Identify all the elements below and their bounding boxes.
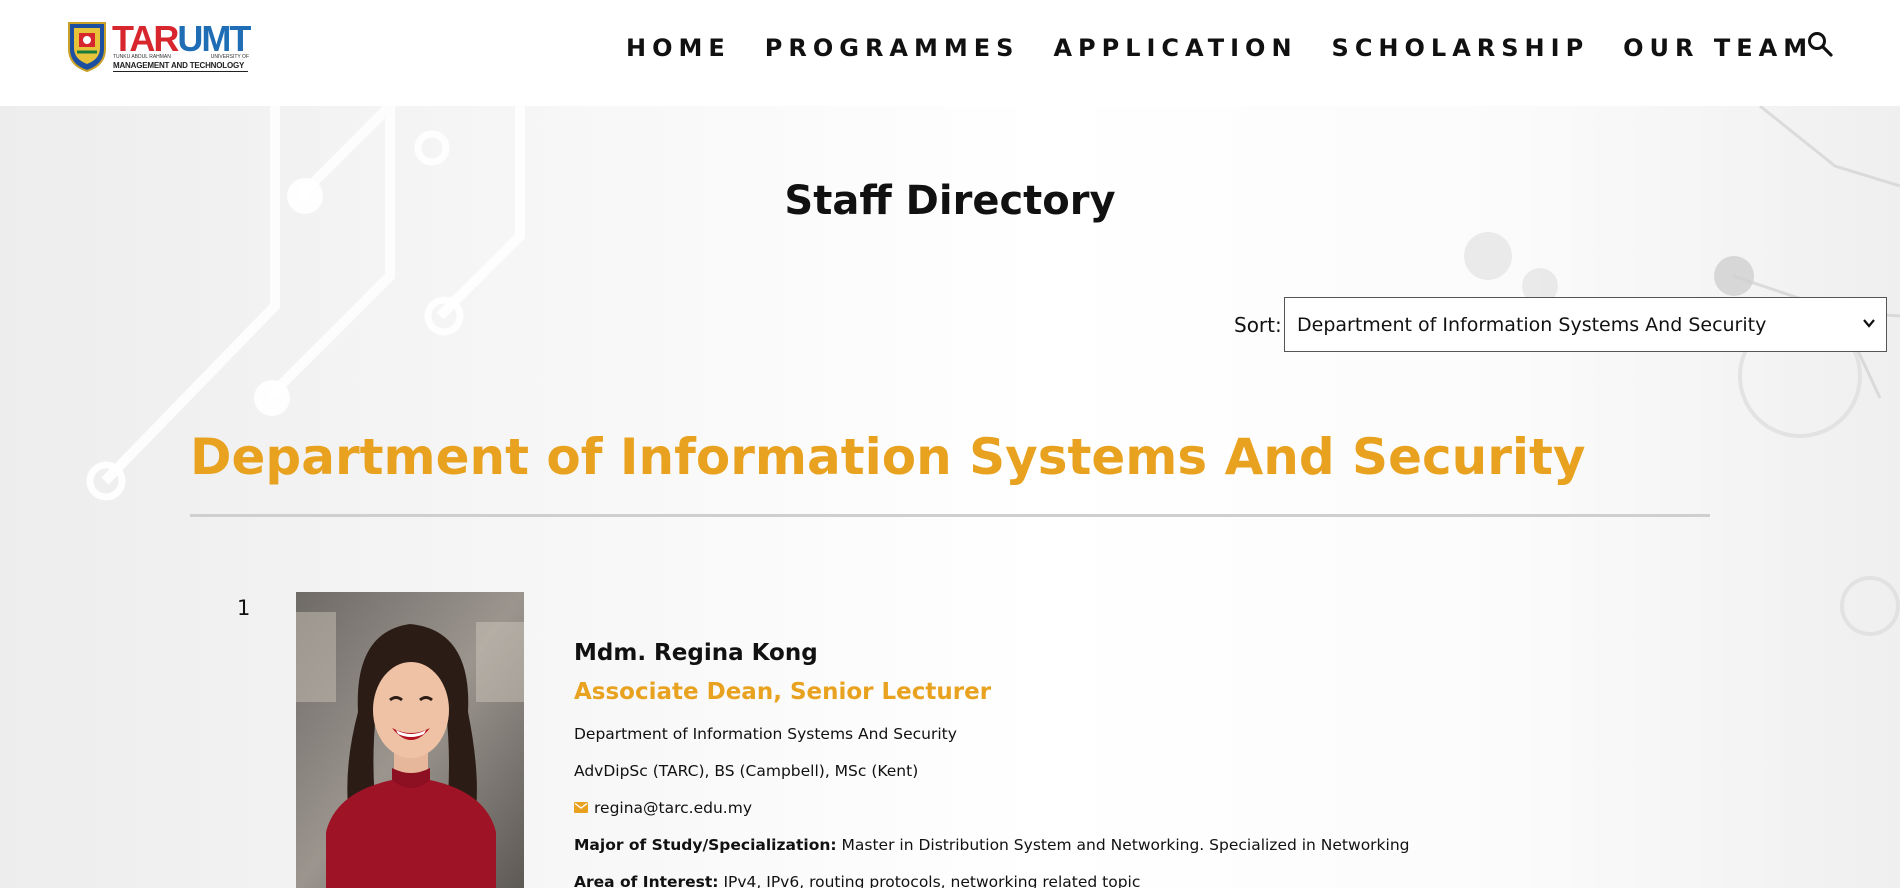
staff-interest-value: IPv4, IPv6, routing protocols, networkin… <box>723 873 1141 888</box>
staff-portrait-image <box>296 592 524 888</box>
site-header: TARUMT TUNKU ABDUL RAHMAN UNIVERSITY OF M… <box>0 0 1900 106</box>
staff-photo <box>296 592 524 888</box>
department-heading: Department of Information Systems And Se… <box>190 428 1586 486</box>
staff-email-link[interactable]: regina@tarc.edu.my <box>594 799 752 817</box>
nav-programmes[interactable]: PROGRAMMES <box>765 34 1020 62</box>
crest-icon <box>68 22 106 73</box>
nav-home[interactable]: HOME <box>626 34 731 62</box>
page-title: Staff Directory <box>784 178 1116 224</box>
tarumt-logo[interactable]: TARUMT TUNKU ABDUL RAHMAN UNIVERSITY OF M… <box>66 18 251 73</box>
logo-sub-right: UNIVERSITY OF <box>210 54 249 60</box>
staff-department: Department of Information Systems And Se… <box>574 725 957 743</box>
search-icon[interactable] <box>1806 30 1834 58</box>
mail-icon <box>574 802 588 813</box>
nav-application[interactable]: APPLICATION <box>1053 34 1297 62</box>
nav-our-team[interactable]: OUR TEAM <box>1623 34 1813 62</box>
staff-major-value: Master in Distribution System and Networ… <box>841 836 1410 854</box>
logo-wordmark: TARUMT TUNKU ABDUL RAHMAN UNIVERSITY OF M… <box>112 18 251 73</box>
sort-label: Sort: <box>1234 313 1282 337</box>
staff-major-row: Major of Study/Specialization: Master in… <box>574 836 1410 854</box>
staff-interest-label: Area of Interest: <box>574 873 719 888</box>
staff-name: Mdm. Regina Kong <box>574 640 818 666</box>
staff-email-row: regina@tarc.edu.my <box>574 799 752 817</box>
sort-select[interactable]: Department of Information Systems And Se… <box>1284 297 1887 352</box>
chevron-down-icon <box>1863 319 1875 328</box>
staff-interest-row: Area of Interest: IPv4, IPv6, routing pr… <box>574 873 1140 888</box>
nav-scholarship[interactable]: SCHOLARSHIP <box>1332 34 1590 62</box>
staff-row-number: 1 <box>237 596 251 620</box>
sort-selected-value: Department of Information Systems And Se… <box>1297 313 1767 336</box>
staff-title: Associate Dean, Senior Lecturer <box>574 679 992 705</box>
staff-major-label: Major of Study/Specialization: <box>574 836 837 854</box>
logo-sub-line: MANAGEMENT AND TECHNOLOGY <box>113 61 245 70</box>
logo-sub-left: TUNKU ABDUL RAHMAN <box>113 54 171 60</box>
logo-brand-part1: TAR <box>112 18 179 59</box>
staff-qualifications: AdvDipSc (TARC), BS (Campbell), MSc (Ken… <box>574 762 919 780</box>
logo-underline <box>113 71 248 72</box>
department-divider <box>190 514 1710 517</box>
main-nav: HOME PROGRAMMES APPLICATION SCHOLARSHIP … <box>626 34 1847 62</box>
logo-brand-part2: UMT <box>177 18 251 59</box>
